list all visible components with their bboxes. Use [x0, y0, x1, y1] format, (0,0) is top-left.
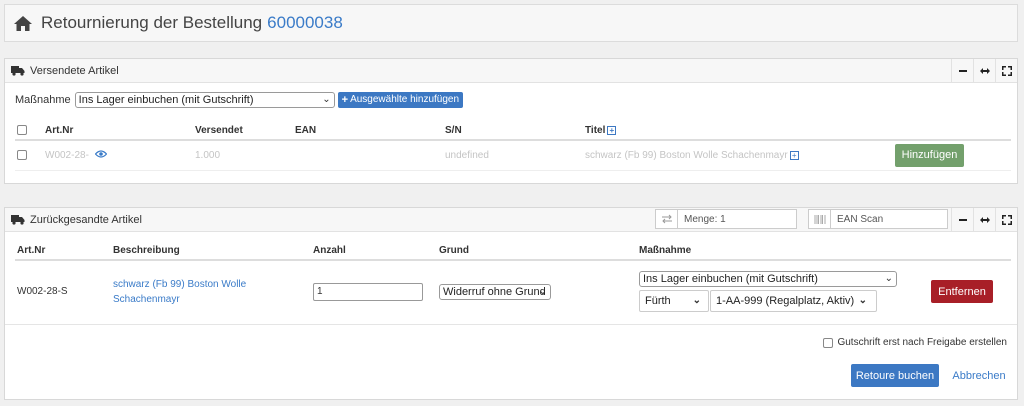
- col-sn: S/N: [445, 122, 585, 141]
- row-description-line1[interactable]: schwarz (Fb 99) Boston Wolle: [113, 277, 313, 292]
- row-ean: [295, 140, 445, 171]
- truck-icon: [11, 65, 25, 77]
- reason-select-value: Widerruf ohne Grund: [443, 285, 546, 298]
- chevron-down-icon: ⌄: [858, 295, 867, 306]
- home-icon[interactable]: [13, 13, 35, 33]
- panel-title: Zurückgesandte Artikel: [30, 213, 142, 226]
- returned-items-panel: Zurückgesandte Artikel Menge: 1 EAN Scan…: [4, 207, 1018, 400]
- barcode-icon: [809, 210, 831, 228]
- add-item-label: Hinzufügen: [901, 149, 958, 162]
- add-item-button[interactable]: Hinzufügen: [895, 143, 964, 167]
- book-return-button[interactable]: Retoure buchen: [851, 364, 939, 387]
- quantity-field[interactable]: 1: [313, 282, 423, 301]
- row-art-nr: W002-28-S: [17, 286, 68, 297]
- remove-label: Entfernen: [938, 285, 986, 298]
- table-header-row: Art.Nr Versendet EAN S/N Titel +: [15, 122, 1011, 141]
- table-header-row: Art.Nr Beschreibung Anzahl Grund Maßnahm…: [15, 242, 1011, 261]
- col-title-label: Titel: [585, 125, 606, 136]
- credit-checkbox-label[interactable]: Gutschrift erst nach Freigabe erstellen: [837, 337, 1007, 348]
- fullscreen-icon[interactable]: [995, 208, 1017, 231]
- location-select-value: Fürth: [645, 295, 671, 307]
- col-title: Titel +: [585, 122, 895, 141]
- col-action: Maßnahme: [639, 242, 931, 261]
- credit-option: Gutschrift erst nach Freigabe erstellen: [823, 337, 1007, 348]
- minimize-icon[interactable]: [951, 59, 973, 82]
- col-art-nr: Art.Nr: [15, 242, 113, 261]
- storage-select[interactable]: 1-AA-999 (Regalplatz, Aktiv) ⌄: [710, 290, 877, 312]
- page-title: Retournierung der Bestellung: [41, 13, 263, 32]
- table-row: W002-28-S schwarz (Fb 99) Boston Wolle S…: [15, 260, 1011, 322]
- fullscreen-icon[interactable]: [995, 59, 1017, 82]
- col-quantity: Anzahl: [313, 242, 439, 261]
- action-select[interactable]: Ins Lager einbuchen (mit Gutschrift) ⌄: [74, 92, 335, 108]
- panel-header: Versendete Artikel: [5, 59, 1017, 83]
- panel-header: Zurückgesandte Artikel Menge: 1 EAN Scan: [5, 208, 1017, 232]
- chevron-down-icon: ⌄: [884, 273, 893, 284]
- action-select-value: Ins Lager einbuchen (mit Gutschrift): [78, 94, 254, 106]
- col-reason: Grund: [439, 242, 639, 261]
- credit-checkbox[interactable]: [823, 337, 834, 348]
- chevron-down-icon: ⌄: [538, 285, 547, 297]
- reason-select[interactable]: Widerruf ohne Grund ⌄: [439, 283, 551, 300]
- expand-plus-icon[interactable]: +: [789, 150, 799, 160]
- shipped-table: Art.Nr Versendet EAN S/N Titel + W002-28-: [15, 122, 1011, 171]
- action-label: Maßnahme: [15, 94, 71, 106]
- remove-button[interactable]: Entfernen: [931, 280, 993, 303]
- action-select[interactable]: Ins Lager einbuchen (mit Gutschrift) ⌄: [639, 271, 897, 287]
- add-selected-label: Ausgewählte hinzufügen: [350, 94, 460, 105]
- location-selects: Fürth ⌄ 1-AA-999 (Regalplatz, Aktiv) ⌄: [639, 290, 931, 312]
- col-description: Beschreibung: [113, 242, 313, 261]
- row-checkbox[interactable]: [17, 150, 27, 161]
- book-return-label: Retoure buchen: [855, 369, 935, 382]
- row-title: schwarz (Fb 99) Boston Wolle Schachenmay…: [585, 149, 788, 161]
- divider: [5, 324, 1017, 325]
- col-shipped: Versendet: [195, 122, 295, 141]
- quantity-input-group[interactable]: Menge: 1: [655, 209, 797, 229]
- truck-icon: [11, 214, 25, 226]
- page-header: Retournierung der Bestellung 60000038: [4, 4, 1018, 42]
- plus-icon: +: [341, 94, 349, 106]
- select-all-checkbox[interactable]: [17, 125, 27, 136]
- row-shipped: 1.000: [195, 140, 295, 171]
- row-description-line2[interactable]: Schachenmayr: [113, 292, 313, 307]
- shipped-items-panel: Versendete Artikel Maßnahme Ins Lager ei…: [4, 58, 1018, 184]
- table-row: W002-28- 1.000 undefined schwarz (Fb 99)…: [15, 140, 1011, 171]
- col-ean: EAN: [295, 122, 445, 141]
- row-sn: undefined: [445, 140, 585, 171]
- row-art-nr: W002-28-: [45, 149, 89, 161]
- storage-select-value: 1-AA-999 (Regalplatz, Aktiv): [716, 295, 855, 307]
- cancel-button[interactable]: Abbrechen: [949, 364, 1009, 387]
- shipped-toolbar: Maßnahme Ins Lager einbuchen (mit Gutsch…: [15, 92, 464, 108]
- panel-tools: [951, 208, 1017, 231]
- chevron-down-icon: ⌄: [322, 94, 331, 105]
- panel-title: Versendete Artikel: [30, 64, 119, 77]
- minimize-icon[interactable]: [951, 208, 973, 231]
- order-number-link[interactable]: 60000038: [267, 13, 343, 33]
- expand-plus-icon[interactable]: +: [607, 125, 617, 135]
- panel-tools: [951, 59, 1017, 82]
- col-actions: [895, 122, 1011, 141]
- ean-scan-input[interactable]: EAN Scan: [831, 214, 883, 225]
- ean-scan-input-group[interactable]: EAN Scan: [808, 209, 948, 229]
- col-art-nr: Art.Nr: [45, 122, 195, 141]
- expand-width-icon[interactable]: [973, 59, 995, 82]
- chevron-down-icon: ⌄: [692, 295, 701, 306]
- add-selected-button[interactable]: + Ausgewählte hinzufügen: [337, 92, 464, 108]
- action-select-value: Ins Lager einbuchen (mit Gutschrift): [643, 273, 818, 285]
- cancel-label: Abbrechen: [952, 369, 1006, 382]
- eye-icon[interactable]: [94, 150, 108, 161]
- swap-icon: [656, 210, 678, 228]
- location-select[interactable]: Fürth ⌄: [639, 290, 709, 312]
- col-actions: [931, 242, 1011, 261]
- quantity-input[interactable]: Menge: 1: [678, 214, 726, 225]
- expand-width-icon[interactable]: [973, 208, 995, 231]
- returned-table: Art.Nr Beschreibung Anzahl Grund Maßnahm…: [15, 242, 1011, 322]
